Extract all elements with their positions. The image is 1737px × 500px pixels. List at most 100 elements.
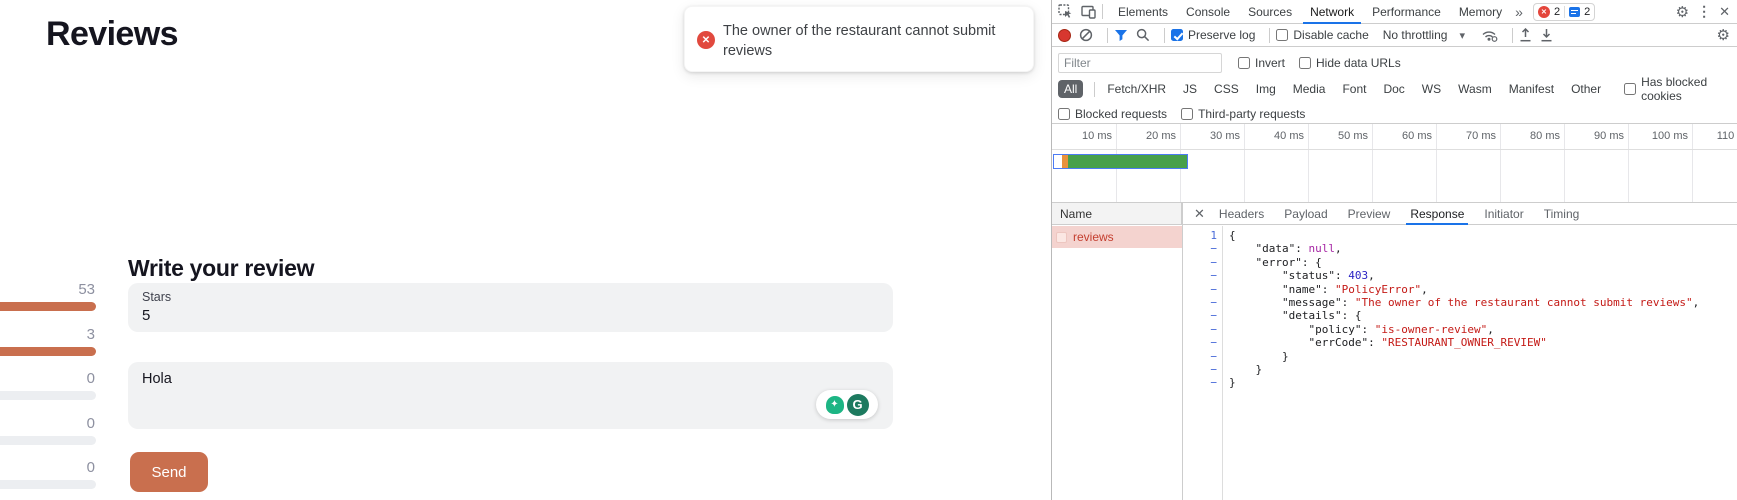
detail-tab-response[interactable]: Response [1400,203,1474,225]
clear-network-log-icon[interactable] [1079,28,1093,42]
timeline-tick-label: 100 ms [1628,130,1688,142]
close-detail-pane-icon[interactable]: ✕ [1194,206,1205,222]
third-party-label: Third-party requests [1198,107,1305,121]
suggestion-bulb-icon[interactable]: ✦ [826,396,844,414]
timeline-tick-label: 70 ms [1436,130,1496,142]
filter-type-all[interactable]: All [1058,80,1083,98]
gutter-fold-marker[interactable]: − [1183,242,1217,255]
timeline-tick-label: 90 ms [1564,130,1624,142]
disable-cache-checkbox[interactable] [1276,29,1288,41]
gutter-fold-marker[interactable]: − [1183,323,1217,336]
close-devtools-icon[interactable]: ✕ [1719,4,1730,20]
blocked-requests-checkbox[interactable] [1058,108,1070,120]
filter-type-media[interactable]: Media [1287,80,1332,98]
divider [1107,28,1108,43]
gutter-fold-marker[interactable]: − [1183,336,1217,349]
inspect-cursor-icon[interactable] [1058,4,1073,19]
gutter-line-number: 1 [1183,229,1217,242]
request-row-reviews[interactable]: reviews [1052,226,1182,248]
grammarly-widget[interactable]: ✦ G [816,390,878,419]
disable-cache-label: Disable cache [1293,28,1368,42]
record-network-log-icon[interactable] [1058,29,1071,42]
divider [1564,6,1565,18]
filter-type-ws[interactable]: WS [1416,80,1447,98]
gutter-fold-marker[interactable]: − [1183,309,1217,322]
rating-count: 0 [0,415,95,432]
devtools-tab-network[interactable]: Network [1301,0,1363,24]
timeline-tick-label: 10 ms [1052,130,1112,142]
rating-count: 53 [0,281,95,298]
network-toolbar: Preserve log Disable cache No throttling… [1052,24,1737,47]
search-icon[interactable] [1136,28,1150,42]
issues-badges[interactable]: ✕ 2 2 [1533,3,1595,21]
network-conditions-icon[interactable] [1481,28,1498,42]
rating-count: 0 [0,459,95,476]
devtools-panel: ElementsConsoleSourcesNetworkPerformance… [1051,0,1737,500]
stars-field[interactable]: Stars 5 [128,283,893,332]
gutter-fold-marker[interactable]: − [1183,283,1217,296]
filter-type-fetchxhr[interactable]: Fetch/XHR [1101,80,1172,98]
filter-type-css[interactable]: CSS [1208,80,1245,98]
preserve-log-label: Preserve log [1188,28,1255,42]
comment-textarea[interactable]: Hola [128,362,893,429]
settings-gear-icon[interactable]: ⚙ [1676,3,1689,21]
filter-type-other[interactable]: Other [1565,80,1607,98]
request-waterfall-bar[interactable] [1053,154,1188,169]
gutter-fold-marker[interactable]: − [1183,256,1217,269]
stars-value: 5 [142,307,879,324]
more-tabs-icon[interactable]: » [1511,4,1527,20]
request-file-icon [1056,232,1067,243]
preserve-log-checkbox[interactable] [1171,29,1183,41]
throttling-select[interactable]: No throttling ▾ [1383,28,1465,42]
detail-tab-initiator[interactable]: Initiator [1474,203,1533,225]
grammarly-icon[interactable]: G [847,394,869,416]
detail-tab-timing[interactable]: Timing [1534,203,1590,225]
gutter-fold-marker[interactable]: − [1183,296,1217,309]
timeline-ruler: 10 ms20 ms30 ms40 ms50 ms60 ms70 ms80 ms… [1052,124,1737,150]
gutter-fold-marker[interactable]: − [1183,376,1217,389]
filter-type-img[interactable]: Img [1250,80,1282,98]
invert-checkbox[interactable] [1238,57,1250,69]
devtools-tab-sources[interactable]: Sources [1239,0,1301,24]
filter-input[interactable] [1058,53,1222,73]
filter-type-js[interactable]: JS [1177,80,1203,98]
filter-icon[interactable] [1114,29,1128,42]
toast-error-icon: ✕ [697,31,715,49]
timeline-tick-label: 110 ms [1692,130,1737,142]
gutter-fold-marker[interactable]: − [1183,269,1217,282]
code-line: "errCode": "RESTAURANT_OWNER_REVIEW" [1229,336,1547,349]
filter-type-manifest[interactable]: Manifest [1503,80,1560,98]
request-name: reviews [1073,230,1114,244]
toast-message: The owner of the restaurant cannot submi… [723,21,1013,61]
export-har-icon[interactable] [1540,28,1553,42]
import-har-icon[interactable] [1519,28,1532,42]
hide-data-urls-checkbox[interactable] [1299,57,1311,69]
has-blocked-cookies-checkbox[interactable] [1624,83,1636,95]
devtools-tab-console[interactable]: Console [1177,0,1239,24]
name-column-header[interactable]: Name [1052,203,1182,224]
filter-type-wasm[interactable]: Wasm [1452,80,1498,98]
timeline-tick-label: 50 ms [1308,130,1368,142]
detail-tab-headers[interactable]: Headers [1209,203,1274,225]
send-button[interactable]: Send [130,452,208,492]
gutter-fold-marker[interactable]: − [1183,363,1217,376]
rating-bar [0,302,96,311]
code-line: "error": { [1229,256,1322,269]
waterfall-download-segment [1068,155,1187,168]
device-toolbar-icon[interactable] [1081,5,1096,19]
devtools-tab-performance[interactable]: Performance [1363,0,1450,24]
kebab-menu-icon[interactable]: ⋮ [1689,3,1719,20]
devtools-tab-memory[interactable]: Memory [1450,0,1511,24]
devtools-tab-elements[interactable]: Elements [1109,0,1177,24]
gutter-fold-marker[interactable]: − [1183,350,1217,363]
third-party-checkbox[interactable] [1181,108,1193,120]
detail-tab-preview[interactable]: Preview [1338,203,1401,225]
filter-type-doc[interactable]: Doc [1377,80,1410,98]
blocked-requests-label: Blocked requests [1075,107,1167,121]
divider [1222,226,1223,500]
filter-type-font[interactable]: Font [1336,80,1372,98]
invert-label: Invert [1255,56,1285,70]
network-settings-gear-icon[interactable]: ⚙ [1717,26,1730,44]
code-line: { [1229,229,1236,242]
detail-tab-payload[interactable]: Payload [1274,203,1337,225]
